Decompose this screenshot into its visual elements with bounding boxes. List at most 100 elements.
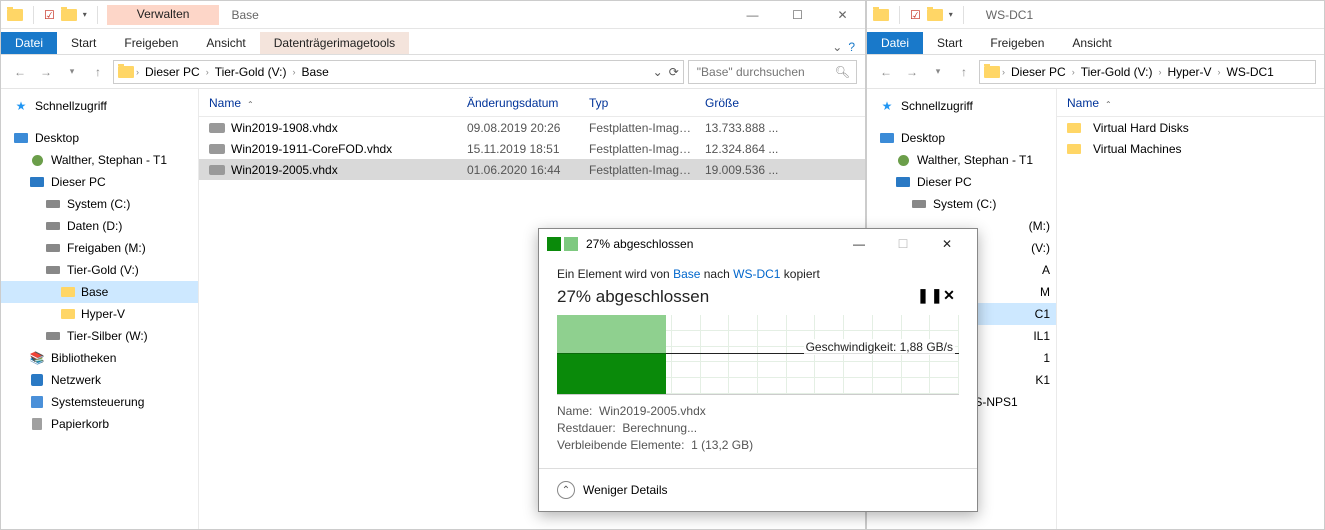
tree-libraries[interactable]: Bibliotheken: [51, 351, 116, 365]
address-bar[interactable]: › Dieser PC› Tier-Gold (V:)› Base ⌄⟳: [113, 60, 684, 84]
address-bar[interactable]: › Dieser PC› Tier-Gold (V:)› Hyper-V› WS…: [979, 60, 1316, 84]
tree-quick-access[interactable]: Schnellzugriff: [35, 99, 107, 113]
tree-quick-access[interactable]: Schnellzugriff: [901, 99, 973, 113]
tree-this-pc[interactable]: Dieser PC: [51, 175, 106, 189]
maximize-button[interactable]: ☐: [881, 229, 925, 259]
nav-tree[interactable]: ★Schnellzugriff Desktop Walther, Stephan…: [1, 89, 199, 529]
libraries-icon: 📚: [29, 350, 45, 366]
nav-up-button[interactable]: ↑: [953, 61, 975, 83]
tree-drive-v[interactable]: Tier-Gold (V:): [67, 263, 139, 277]
tree-control-panel[interactable]: Systemsteuerung: [51, 395, 144, 409]
fewer-details-button[interactable]: Weniger Details: [583, 483, 667, 497]
tree-drive-c[interactable]: System (C:): [933, 197, 996, 211]
tab-file[interactable]: Datei: [867, 32, 923, 54]
nav-up-button[interactable]: ↑: [87, 61, 109, 83]
breadcrumb[interactable]: Hyper-V: [1163, 65, 1215, 79]
ribbon-expand-icon[interactable]: ⌄: [832, 40, 842, 54]
minimize-button[interactable]: —: [837, 229, 881, 259]
col-type[interactable]: Typ: [589, 96, 705, 110]
col-size[interactable]: Größe: [705, 96, 805, 110]
destination-link[interactable]: WS-DC1: [733, 267, 780, 281]
search-input[interactable]: [695, 64, 835, 80]
tab-share[interactable]: Freigeben: [110, 32, 192, 54]
breadcrumb[interactable]: Tier-Gold (V:): [211, 65, 291, 79]
search-icon[interactable]: 🔍︎: [835, 65, 850, 79]
folder-icon: [1067, 123, 1081, 133]
tab-start[interactable]: Start: [923, 32, 976, 54]
tree-user[interactable]: Walther, Stephan - T1: [51, 153, 167, 167]
breadcrumb[interactable]: Dieser PC: [1007, 65, 1070, 79]
chevron-up-icon[interactable]: ⌃: [557, 481, 575, 499]
tab-disk-image-tools[interactable]: Datenträgerimagetools: [260, 32, 409, 54]
file-row[interactable]: Win2019-2005.vhdx01.06.2020 16:44Festpla…: [199, 159, 865, 180]
cancel-button[interactable]: ✕: [941, 287, 959, 304]
this-pc-icon: [29, 174, 45, 190]
search-box[interactable]: 🔍︎: [688, 60, 857, 84]
new-folder-icon[interactable]: [61, 9, 77, 21]
window-title: Base: [231, 8, 258, 22]
tree-desktop[interactable]: Desktop: [35, 131, 79, 145]
file-row[interactable]: Win2019-1908.vhdx09.08.2019 20:26Festpla…: [199, 117, 865, 138]
address-dropdown-icon[interactable]: ⌄: [653, 65, 663, 79]
source-link[interactable]: Base: [673, 267, 700, 281]
address-bar-row: ← → ▾ ↑ › Dieser PC› Tier-Gold (V:)› Bas…: [1, 55, 865, 89]
file-size: 13.733.888 ...: [705, 121, 805, 135]
nav-back-button[interactable]: ←: [875, 61, 897, 83]
manage-contextual-tab[interactable]: Verwalten: [107, 5, 220, 25]
col-name[interactable]: Name⌃: [209, 96, 467, 110]
file-row[interactable]: Win2019-1911-CoreFOD.vhdx15.11.2019 18:5…: [199, 138, 865, 159]
qat-dropdown-icon[interactable]: ▾: [83, 10, 87, 19]
tab-share[interactable]: Freigeben: [976, 32, 1058, 54]
file-name: Win2019-1911-CoreFOD.vhdx: [231, 142, 392, 156]
copy-details: Name: Win2019-2005.vhdx Restdauer: Berec…: [557, 403, 959, 454]
drive-icon: [45, 196, 61, 212]
path-folder-icon: [984, 66, 1000, 78]
tree-recycle-bin[interactable]: Papierkorb: [51, 417, 109, 431]
tree-folder-base[interactable]: Base: [81, 285, 108, 299]
tree-drive-w[interactable]: Tier-Silber (W:): [67, 329, 148, 343]
tab-file[interactable]: Datei: [1, 32, 57, 54]
properties-icon[interactable]: ☑: [44, 8, 55, 22]
qat-dropdown-icon[interactable]: ▾: [949, 10, 953, 19]
breadcrumb[interactable]: WS-DC1: [1223, 65, 1278, 79]
folder-row[interactable]: Virtual Machines: [1057, 138, 1324, 159]
close-button[interactable]: ✕: [925, 229, 969, 259]
new-folder-icon[interactable]: [927, 9, 943, 21]
properties-icon[interactable]: ☑: [910, 8, 921, 22]
breadcrumb[interactable]: Dieser PC: [141, 65, 204, 79]
nav-history-dropdown[interactable]: ▾: [61, 61, 83, 83]
dialog-title: 27% abgeschlossen: [586, 237, 693, 251]
nav-forward-button[interactable]: →: [901, 61, 923, 83]
tree-desktop[interactable]: Desktop: [901, 131, 945, 145]
tree-drive-m[interactable]: Freigaben (M:): [67, 241, 146, 255]
tab-view[interactable]: Ansicht: [192, 32, 259, 54]
tree-network[interactable]: Netzwerk: [51, 373, 101, 387]
file-list[interactable]: Name⌃ Virtual Hard Disks Virtual Machines: [1057, 89, 1324, 529]
file-type: Festplatten-Image...: [589, 121, 705, 135]
nav-history-dropdown[interactable]: ▾: [927, 61, 949, 83]
breadcrumb[interactable]: Tier-Gold (V:): [1077, 65, 1157, 79]
copy-icon: [547, 237, 561, 251]
tab-start[interactable]: Start: [57, 32, 110, 54]
minimize-button[interactable]: —: [730, 1, 775, 29]
tab-view[interactable]: Ansicht: [1058, 32, 1125, 54]
nav-back-button[interactable]: ←: [9, 61, 31, 83]
tree-folder-hyperv[interactable]: Hyper-V: [81, 307, 125, 321]
breadcrumb[interactable]: Base: [297, 65, 332, 79]
folder-row[interactable]: Virtual Hard Disks: [1057, 117, 1324, 138]
column-headers: Name⌃: [1057, 89, 1324, 117]
col-date[interactable]: Änderungsdatum: [467, 96, 589, 110]
tree-drive-c[interactable]: System (C:): [67, 197, 130, 211]
close-button[interactable]: ✕: [820, 1, 865, 29]
tree-this-pc[interactable]: Dieser PC: [917, 175, 972, 189]
maximize-button[interactable]: ☐: [775, 1, 820, 29]
col-name[interactable]: Name⌃: [1067, 96, 1324, 110]
folder-name: Virtual Machines: [1093, 142, 1182, 156]
tree-user[interactable]: Walther, Stephan - T1: [917, 153, 1033, 167]
pause-button[interactable]: ❚❚: [917, 287, 935, 304]
file-size: 19.009.536 ...: [705, 163, 805, 177]
refresh-icon[interactable]: ⟳: [669, 65, 679, 79]
help-icon[interactable]: ?: [848, 40, 855, 54]
nav-forward-button[interactable]: →: [35, 61, 57, 83]
tree-drive-d[interactable]: Daten (D:): [67, 219, 122, 233]
